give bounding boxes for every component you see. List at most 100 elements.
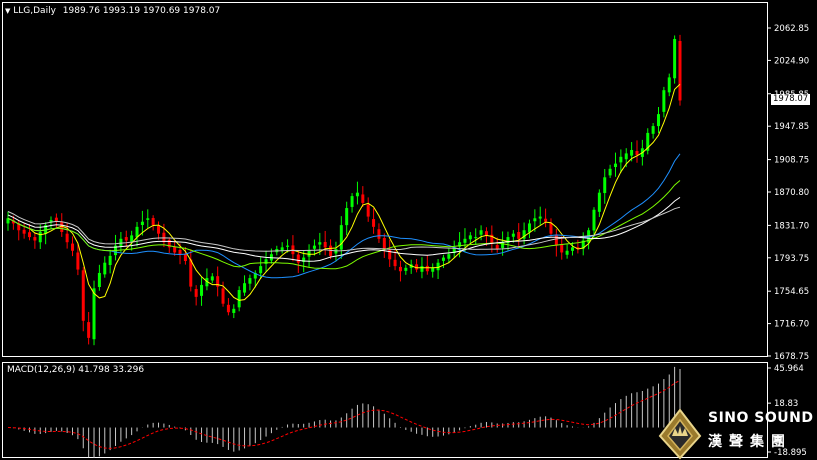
candle-body (382, 237, 386, 250)
candle-body (135, 226, 139, 238)
candle-body (97, 272, 101, 287)
candle-body (501, 242, 505, 248)
candle-body (108, 255, 112, 266)
candle-body (662, 90, 666, 112)
candle-body (517, 232, 521, 239)
candle-body (22, 229, 26, 234)
candle-body (479, 230, 483, 235)
candle-body (404, 267, 408, 271)
macd-tick-label: 45.964 (774, 364, 804, 374)
candle-body (38, 231, 42, 243)
candle-body (468, 235, 472, 240)
candle-body (81, 270, 85, 321)
candle-body (280, 247, 284, 251)
candle-body (87, 322, 91, 338)
candle-body (527, 223, 531, 233)
candle-body (635, 151, 639, 156)
candle-body (630, 149, 634, 156)
price-axis: 2062.852024.901985.851947.851908.751870.… (767, 24, 809, 362)
candle-body (533, 218, 537, 222)
ohlc-values: 1989.76 1993.19 1970.69 1978.07 (62, 6, 221, 16)
candle-body (318, 242, 322, 245)
candlestick-series (6, 34, 682, 346)
candle-body (565, 250, 569, 255)
candle-body (146, 218, 150, 220)
brand-name-cn: 漢聲集團 (708, 434, 792, 450)
candle-body (549, 223, 553, 234)
candle-body (103, 262, 107, 275)
candle-body (157, 225, 161, 234)
price-tick-label: 2024.90 (774, 56, 809, 66)
price-pane-border (2, 2, 768, 357)
candle-body (431, 267, 435, 272)
candle-body (151, 218, 155, 226)
candle-body (140, 221, 144, 226)
candle-body (173, 246, 177, 253)
current-price-label: 1978.07 (771, 94, 811, 105)
symbol-triangle-icon: ▼ (5, 7, 11, 15)
price-tick-label: 1716.70 (774, 320, 809, 330)
candle-body (436, 262, 440, 271)
price-tick-label: 1793.75 (774, 254, 809, 264)
candle-body (28, 232, 32, 238)
candle-body (248, 278, 252, 284)
candle-body (221, 288, 225, 304)
candle-body (92, 288, 96, 340)
candle-body (619, 156, 623, 163)
candle-body (463, 238, 467, 243)
candle-body (76, 252, 80, 270)
candle-body (194, 289, 198, 297)
candle-body (673, 38, 677, 79)
price-tick-label: 1831.70 (774, 221, 809, 231)
candle-body (538, 216, 542, 219)
candle-body (613, 163, 617, 168)
candle-body (425, 265, 429, 272)
candle-body (554, 234, 558, 246)
candle-body (651, 126, 655, 134)
candle-body (65, 233, 69, 243)
candle-body (33, 237, 37, 241)
price-tick-label: 1678.75 (774, 352, 809, 362)
price-chart[interactable]: 2062.852024.901985.851947.851908.751870.… (0, 0, 817, 460)
symbol-name: LLG,Daily (13, 6, 56, 16)
macd-indicator (7, 366, 681, 458)
candle-body (361, 194, 365, 203)
candle-body (130, 235, 134, 242)
candle-body (71, 243, 75, 251)
crown-emblem-icon (658, 408, 702, 460)
moving-average-lines (7, 83, 681, 301)
candle-body (124, 237, 128, 241)
candle-body (667, 77, 671, 93)
candle-body (339, 225, 343, 250)
ma-line-green (7, 180, 681, 270)
macd-label: MACD(12,26,9) 41.798 33.296 (7, 365, 145, 375)
macd-header: MACD(12,26,9) 41.798 33.296 (7, 365, 144, 375)
candle-body (474, 237, 478, 239)
ma-line-white (7, 196, 681, 262)
candle-body (624, 153, 628, 160)
ma-line-yellow (7, 83, 681, 301)
candle-body (441, 257, 445, 261)
price-tick-label: 1947.85 (774, 122, 809, 132)
price-tick-label: 1870.80 (774, 188, 809, 198)
candle-body (678, 41, 682, 101)
candle-body (345, 208, 349, 226)
candle-body (200, 284, 204, 296)
price-tick-label: 1754.65 (774, 287, 809, 297)
price-tick-label: 2062.85 (774, 24, 809, 34)
candle-body (544, 218, 548, 222)
candle-body (511, 233, 515, 237)
candle-body (560, 244, 564, 253)
candle-body (608, 168, 612, 176)
candle-body (286, 245, 290, 247)
candle-body (210, 276, 214, 281)
candle-body (350, 196, 354, 207)
candle-body (183, 253, 187, 261)
candle-body (237, 290, 241, 308)
sino-sound-logo: SINO SOUND 漢聲集團 (656, 404, 816, 460)
candle-body (398, 266, 402, 272)
candle-body (243, 283, 247, 293)
brand-name-en: SINO SOUND (708, 410, 814, 426)
candle-body (420, 266, 424, 272)
candle-body (312, 245, 316, 249)
